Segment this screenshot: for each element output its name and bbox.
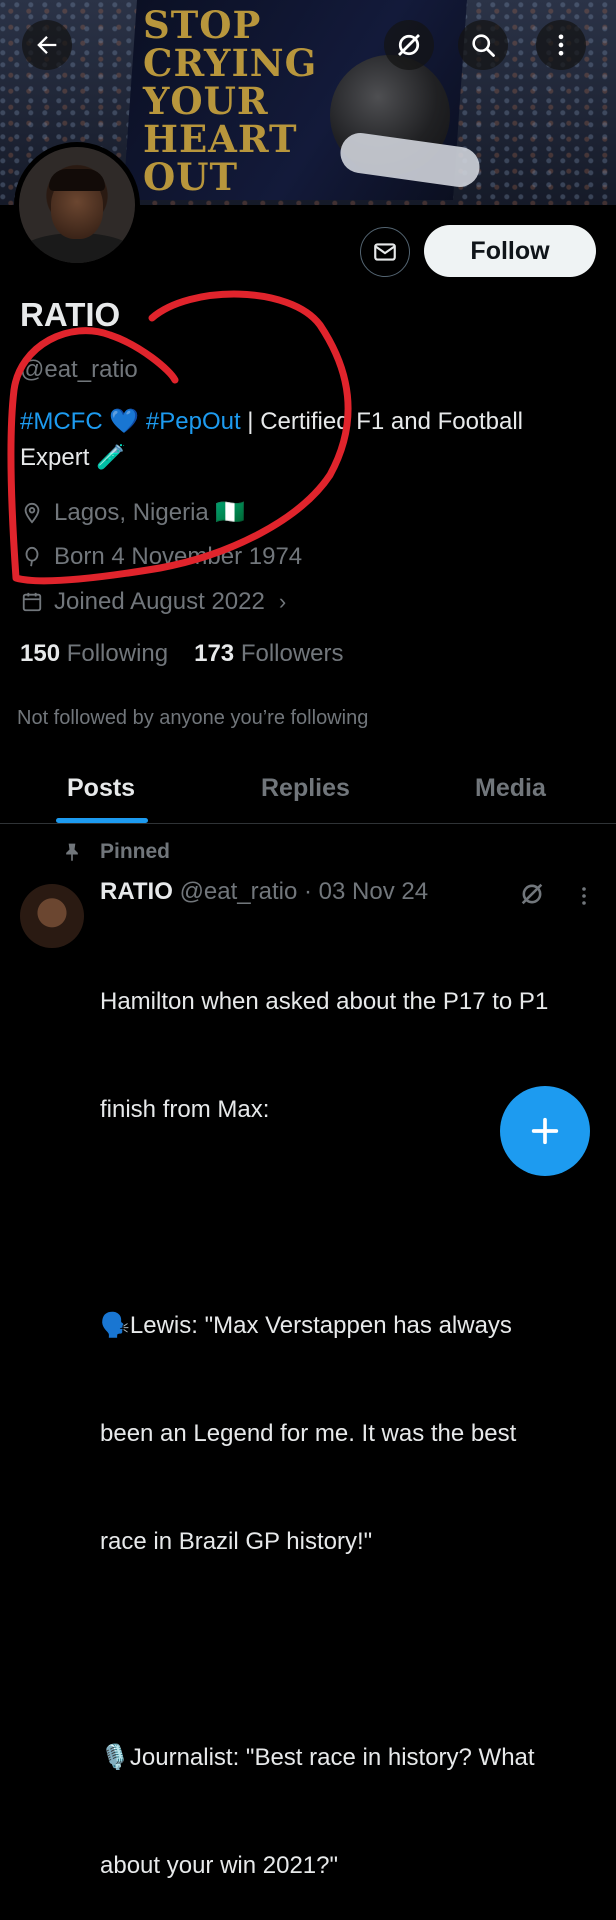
joined-text: Joined August 2022 [54, 588, 265, 615]
calendar-icon [20, 590, 44, 614]
pin-icon [60, 841, 84, 863]
tab-replies[interactable]: Replies [261, 774, 350, 803]
profile-tabs: Posts Replies Media [0, 760, 616, 824]
tifo-line: HEART [143, 117, 298, 161]
post-body: Hamilton when asked about the P17 to P1 … [100, 912, 610, 1920]
message-button[interactable] [360, 227, 410, 277]
avatar-image [19, 147, 135, 263]
arrow-left-icon [37, 36, 57, 54]
profile-birthday: Born 4 November 1974 [20, 543, 302, 571]
tifo-line: CRYING [143, 41, 318, 85]
active-tab-indicator [56, 818, 148, 823]
post-header: RATIO @eat_ratio · 03 Nov 24 [100, 878, 428, 906]
blue-heart-emoji: 💙 [109, 408, 140, 435]
bio-text-line2: Expert 🧪 [20, 444, 126, 471]
plus-icon [531, 1117, 559, 1145]
balloon-icon [20, 545, 44, 569]
location-text: Lagos, Nigeria 🇳🇬 [54, 499, 246, 526]
search-button[interactable] [458, 20, 508, 70]
profile-avatar[interactable] [14, 142, 140, 268]
post-author-name[interactable]: RATIO [100, 878, 173, 905]
grok-icon [398, 34, 420, 56]
following-label: Following [66, 640, 169, 667]
hashtag-link[interactable]: #MCFC [20, 408, 103, 435]
envelope-icon [374, 243, 396, 261]
following-count-link[interactable]: 150 Following [20, 640, 168, 668]
post-line: about your win 2021?" [100, 1852, 339, 1879]
compose-post-button[interactable] [500, 1086, 590, 1176]
post-line: race in Brazil GP history!" [100, 1528, 373, 1555]
search-icon [472, 34, 495, 57]
tab-posts[interactable]: Posts [67, 774, 135, 803]
follow-button[interactable]: Follow [424, 225, 596, 277]
post-line [100, 1632, 610, 1668]
tab-media[interactable]: Media [475, 774, 546, 803]
post-line: been an Legend for me. It was the best [100, 1420, 517, 1447]
followers-count: 173 [194, 640, 235, 667]
avatar-hair [49, 169, 105, 191]
followers-count-link[interactable]: 173 Followers [194, 640, 343, 668]
chevron-right-icon: › [278, 589, 287, 614]
post-line: Hamilton when asked about the P17 to P1 [100, 988, 549, 1015]
profile-joined[interactable]: Joined August 2022 › [20, 588, 286, 616]
post-grok-button[interactable] [518, 880, 546, 913]
pinned-label: Pinned [60, 840, 170, 864]
back-button[interactable] [22, 20, 72, 70]
post-line [100, 1200, 610, 1236]
profile-name: RATIO [20, 296, 121, 333]
more-vertical-icon [558, 34, 564, 56]
location-pin-icon [20, 501, 44, 525]
post-author-handle[interactable]: @eat_ratio [180, 878, 298, 905]
profile-location: Lagos, Nigeria 🇳🇬 [20, 498, 245, 527]
post-author-avatar[interactable] [20, 884, 84, 948]
following-count: 150 [20, 640, 61, 667]
more-vertical-icon [582, 887, 586, 905]
grok-icon [521, 883, 543, 905]
tifo-line: STOP [143, 3, 262, 47]
pinned-text: Pinned [100, 840, 171, 863]
birthday-text: Born 4 November 1974 [54, 543, 303, 570]
not-followed-notice: Not followed by anyone you’re following [17, 707, 369, 729]
bio-text: | Certified F1 and Football [240, 408, 524, 435]
profile-bio: #MCFC 💙 #PepOut | Certified F1 and Footb… [20, 404, 600, 476]
followers-label: Followers [240, 640, 344, 667]
grok-button[interactable] [384, 20, 434, 70]
hashtag-link[interactable]: #PepOut [146, 408, 241, 435]
post-line: 🎙️Journalist: "Best race in history? Wha… [100, 1744, 535, 1771]
tifo-line: OUT [143, 155, 239, 199]
post-date: · 03 Nov 24 [304, 878, 429, 905]
post-line: 🗣️Lewis: "Max Verstappen has always [100, 1312, 512, 1339]
tifo-line: YOUR [143, 79, 269, 123]
tifo-text: STOP CRYING YOUR HEART OUT [143, 6, 343, 196]
follow-counts: 150 Following 173 Followers [20, 640, 344, 668]
post-more-button[interactable] [576, 884, 592, 913]
profile-handle: @eat_ratio [20, 356, 138, 383]
more-options-button[interactable] [536, 20, 586, 70]
